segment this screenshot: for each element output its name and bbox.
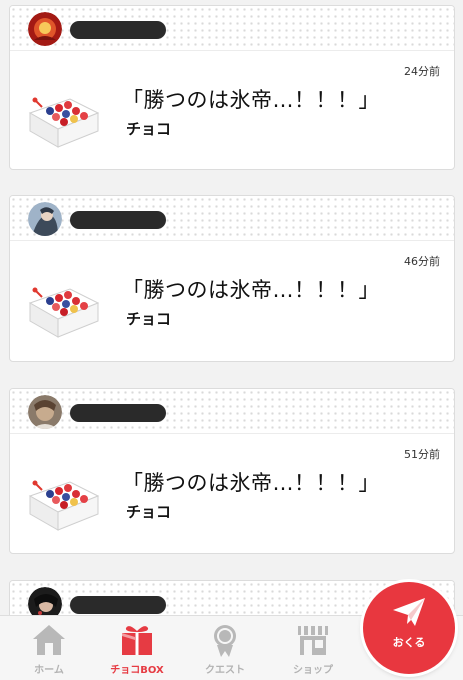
- chocolate-box-icon: [26, 281, 102, 341]
- chocolate-box-icon: [26, 474, 102, 534]
- tab-home-label: ホーム: [34, 665, 64, 676]
- username-redacted: [70, 404, 166, 422]
- gift-message: 「勝つのは氷帝…！！！」: [122, 471, 380, 495]
- username-redacted: [70, 211, 166, 229]
- gift-card[interactable]: 51分前 「勝つのは氷帝…！！！」 チョコ: [9, 388, 455, 554]
- gift-type: チョコ: [126, 120, 172, 138]
- shop-icon: [295, 623, 331, 657]
- card-header: [10, 196, 454, 241]
- tab-quest-label: クエスト: [205, 665, 245, 676]
- timestamp: 24分前: [404, 65, 440, 78]
- medal-icon: [207, 623, 243, 657]
- gift-message: 「勝つのは氷帝…！！！」: [122, 278, 380, 302]
- timestamp: 51分前: [404, 448, 440, 461]
- tab-choco-box[interactable]: チョコBOX: [92, 616, 182, 680]
- card-header: [10, 6, 454, 51]
- gift-type: チョコ: [126, 310, 172, 328]
- avatar-dark-icon[interactable]: [28, 587, 62, 615]
- gift-card[interactable]: 46分前 「勝つのは氷帝…！！！」 チョコ: [9, 195, 455, 362]
- send-button[interactable]: おくる: [363, 582, 455, 674]
- tab-home[interactable]: ホーム: [4, 616, 94, 680]
- avatar-brown-icon[interactable]: [28, 395, 62, 429]
- tab-choco-box-label: チョコBOX: [110, 665, 164, 676]
- timestamp: 46分前: [404, 255, 440, 268]
- username-redacted: [70, 21, 166, 39]
- avatar-blue-icon[interactable]: [28, 202, 62, 236]
- username-redacted: [70, 596, 166, 614]
- avatar-red-icon[interactable]: [28, 12, 62, 46]
- home-icon: [31, 623, 67, 657]
- paper-plane-icon: [391, 596, 427, 628]
- gift-box-icon: [119, 623, 155, 657]
- tab-shop[interactable]: ショップ: [268, 616, 358, 680]
- chocolate-box-icon: [26, 91, 102, 151]
- gift-card[interactable]: 24分前 「勝つのは氷帝…！！！」 チョコ: [9, 5, 455, 170]
- tab-shop-label: ショップ: [293, 665, 333, 676]
- tab-quest[interactable]: クエスト: [180, 616, 270, 680]
- gift-message: 「勝つのは氷帝…！！！」: [122, 88, 380, 112]
- gift-type: チョコ: [126, 503, 172, 521]
- gift-feed: 24分前 「勝つのは氷帝…！！！」 チョコ 46分前 「勝つのは氷帝…！！！」 …: [0, 0, 463, 615]
- card-header: [10, 389, 454, 434]
- send-button-label: おくる: [392, 636, 426, 649]
